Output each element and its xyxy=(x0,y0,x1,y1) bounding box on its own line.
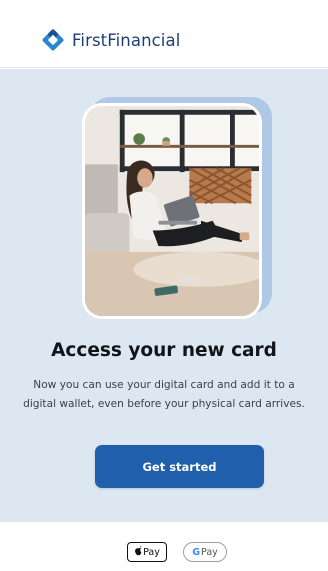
app-screen: FirstFinancial Access your new card Now … xyxy=(0,0,328,571)
google-pay-badge: G Pay xyxy=(183,542,227,562)
brand-name: FirstFinancial xyxy=(72,30,181,50)
apple-icon xyxy=(134,545,143,559)
get-started-button[interactable]: Get started xyxy=(95,445,264,488)
footer: Pay G Pay xyxy=(0,522,328,571)
woman-with-laptop-photo xyxy=(82,103,262,319)
hero-image-frame xyxy=(82,97,272,319)
main-panel: Access your new card Now you can use you… xyxy=(0,69,328,522)
description-line: digital wallet, even before your physica… xyxy=(23,398,305,410)
diamond-logo-icon xyxy=(41,28,65,52)
page-title: Access your new card xyxy=(51,340,277,361)
google-g-icon: G xyxy=(192,546,201,558)
header: FirstFinancial xyxy=(0,0,328,68)
description: Now you can use your digital card and ad… xyxy=(6,376,322,414)
description-line: Now you can use your digital card and ad… xyxy=(33,379,295,391)
google-pay-label: Pay xyxy=(201,546,218,558)
apple-pay-badge: Pay xyxy=(127,542,167,562)
apple-pay-label: Pay xyxy=(143,546,160,558)
brand[interactable]: FirstFinancial xyxy=(41,28,180,52)
